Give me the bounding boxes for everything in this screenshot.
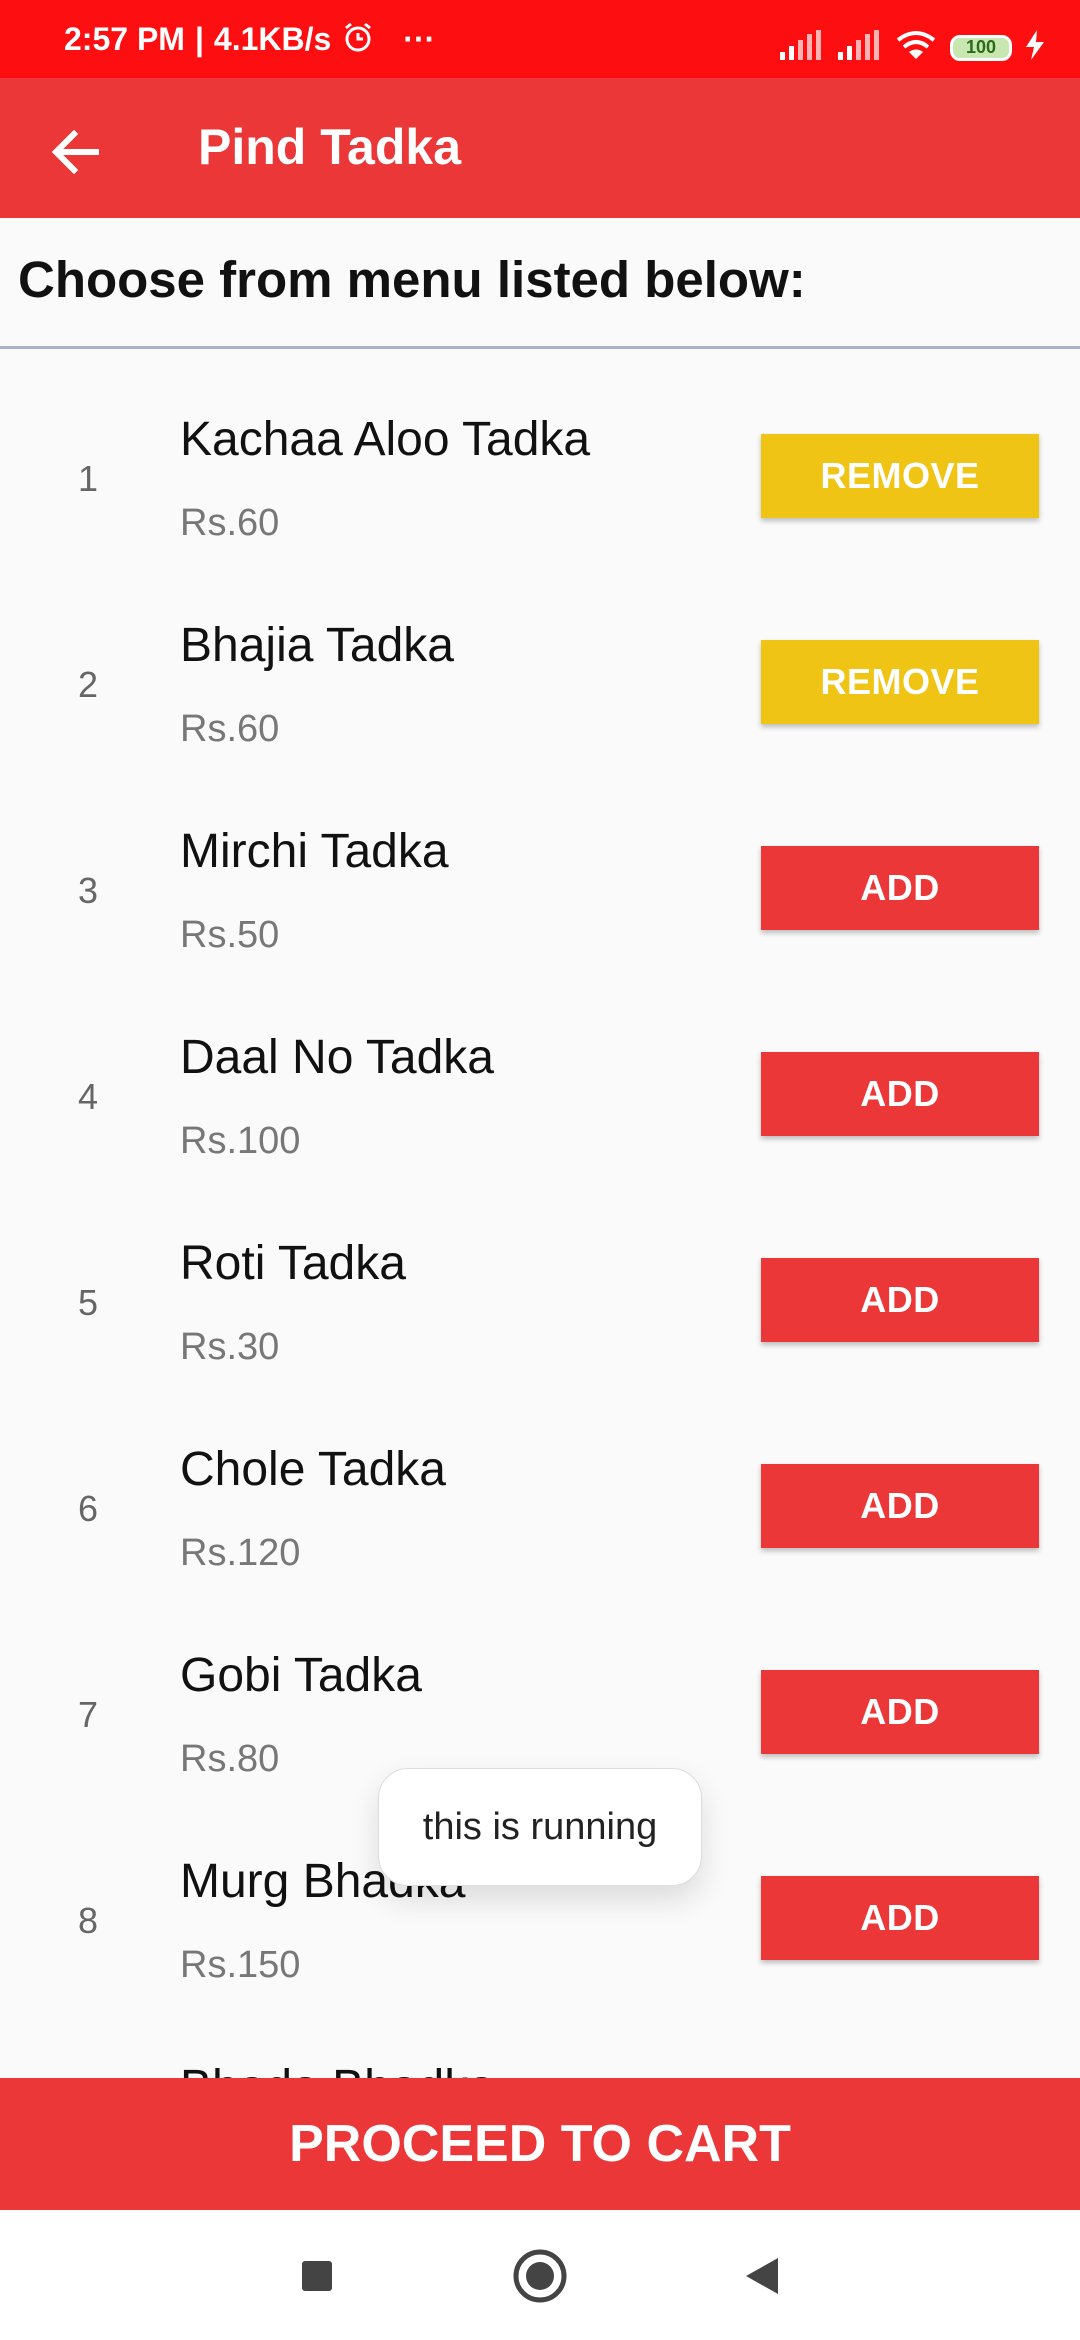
menu-item: 1 Kachaa Aloo Tadka Rs.60 REMOVE xyxy=(0,350,1080,556)
wifi-icon xyxy=(896,30,936,65)
home-button[interactable] xyxy=(508,2244,572,2308)
item-number: 6 xyxy=(78,1488,99,1529)
item-name: Bhada Bhadka xyxy=(180,2060,495,2078)
alarm-icon xyxy=(341,20,375,59)
menu-item: 4 Daal No Tadka Rs.100 ADD xyxy=(0,968,1080,1174)
menu-item: 6 Chole Tadka Rs.120 ADD xyxy=(0,1380,1080,1586)
menu-item: 5 Roti Tadka Rs.30 ADD xyxy=(0,1174,1080,1380)
more-notifications: ··· xyxy=(403,21,436,57)
signal-icon xyxy=(838,30,882,65)
item-name: Bhajia Tadka xyxy=(180,619,454,672)
add-button[interactable]: ADD xyxy=(761,1464,1039,1548)
item-price: Rs.80 xyxy=(180,1738,280,1780)
item-name: Gobi Tadka xyxy=(180,1649,422,1702)
signal-icon xyxy=(780,30,824,65)
add-button[interactable]: ADD xyxy=(761,846,1039,930)
item-price: Rs.150 xyxy=(180,1944,301,1986)
app-title: Pind Tadka xyxy=(198,119,462,175)
menu-item: 2 Bhajia Tadka Rs.60 REMOVE xyxy=(0,556,1080,762)
item-number: 1 xyxy=(78,458,99,499)
back-triangle-icon xyxy=(746,2258,778,2294)
status-time: 2:57 PM xyxy=(64,21,185,57)
app-bar: Pind Tadka xyxy=(0,78,1080,218)
item-price: Rs.100 xyxy=(180,1120,301,1162)
item-price: Rs.50 xyxy=(180,914,280,956)
battery-icon: 100 xyxy=(950,34,1012,61)
arrow-left-icon xyxy=(51,129,99,175)
status-bar: 2:57 PM | 4.1KB/s ··· 100 xyxy=(0,0,1080,78)
menu-item: 9 Bhada Bhadka xyxy=(0,1998,1080,2078)
recents-button[interactable] xyxy=(285,2244,349,2308)
add-button[interactable]: ADD xyxy=(761,1258,1039,1342)
item-name: Mirchi Tadka xyxy=(180,825,449,878)
item-number: 3 xyxy=(78,870,99,911)
item-price: Rs.60 xyxy=(180,708,280,750)
status-right: 100 xyxy=(780,30,1044,65)
menu-heading: Choose from menu listed below: xyxy=(18,251,806,308)
item-price: Rs.120 xyxy=(180,1532,301,1574)
item-name: Kachaa Aloo Tadka xyxy=(180,413,591,466)
recents-square-icon xyxy=(302,2261,332,2291)
system-nav-bar xyxy=(0,2210,1080,2340)
item-number: 8 xyxy=(78,1900,99,1941)
remove-button[interactable]: REMOVE xyxy=(761,434,1039,518)
item-name: Chole Tadka xyxy=(180,1443,446,1496)
item-number: 5 xyxy=(78,1282,99,1323)
item-number: 4 xyxy=(78,1076,99,1117)
menu-item: 3 Mirchi Tadka Rs.50 ADD xyxy=(0,762,1080,968)
remove-button[interactable]: REMOVE xyxy=(761,640,1039,724)
back-button[interactable] xyxy=(44,120,108,184)
proceed-to-cart-button[interactable]: PROCEED TO CART xyxy=(0,2078,1080,2210)
status-separator: | xyxy=(194,21,204,57)
item-price: Rs.30 xyxy=(180,1326,280,1368)
item-name: Roti Tadka xyxy=(180,1237,406,1290)
back-nav-button[interactable] xyxy=(730,2244,794,2308)
item-number: 2 xyxy=(78,664,99,705)
divider xyxy=(0,346,1080,349)
charging-icon xyxy=(1026,30,1044,65)
item-number: 7 xyxy=(78,1694,99,1735)
battery-level: 100 xyxy=(965,37,997,57)
network-speed: 4.1KB/s xyxy=(213,21,332,57)
item-price: Rs.60 xyxy=(180,502,280,544)
status-left: 2:57 PM | 4.1KB/s ··· xyxy=(64,0,435,78)
item-name: Daal No Tadka xyxy=(180,1031,494,1084)
add-button[interactable]: ADD xyxy=(761,1876,1039,1960)
add-button[interactable]: ADD xyxy=(761,1670,1039,1754)
home-circle-icon xyxy=(513,2249,567,2303)
menu-item: 7 Gobi Tadka Rs.80 ADD xyxy=(0,1586,1080,1792)
toast-message: this is running xyxy=(378,1768,702,1886)
add-button[interactable]: ADD xyxy=(761,1052,1039,1136)
